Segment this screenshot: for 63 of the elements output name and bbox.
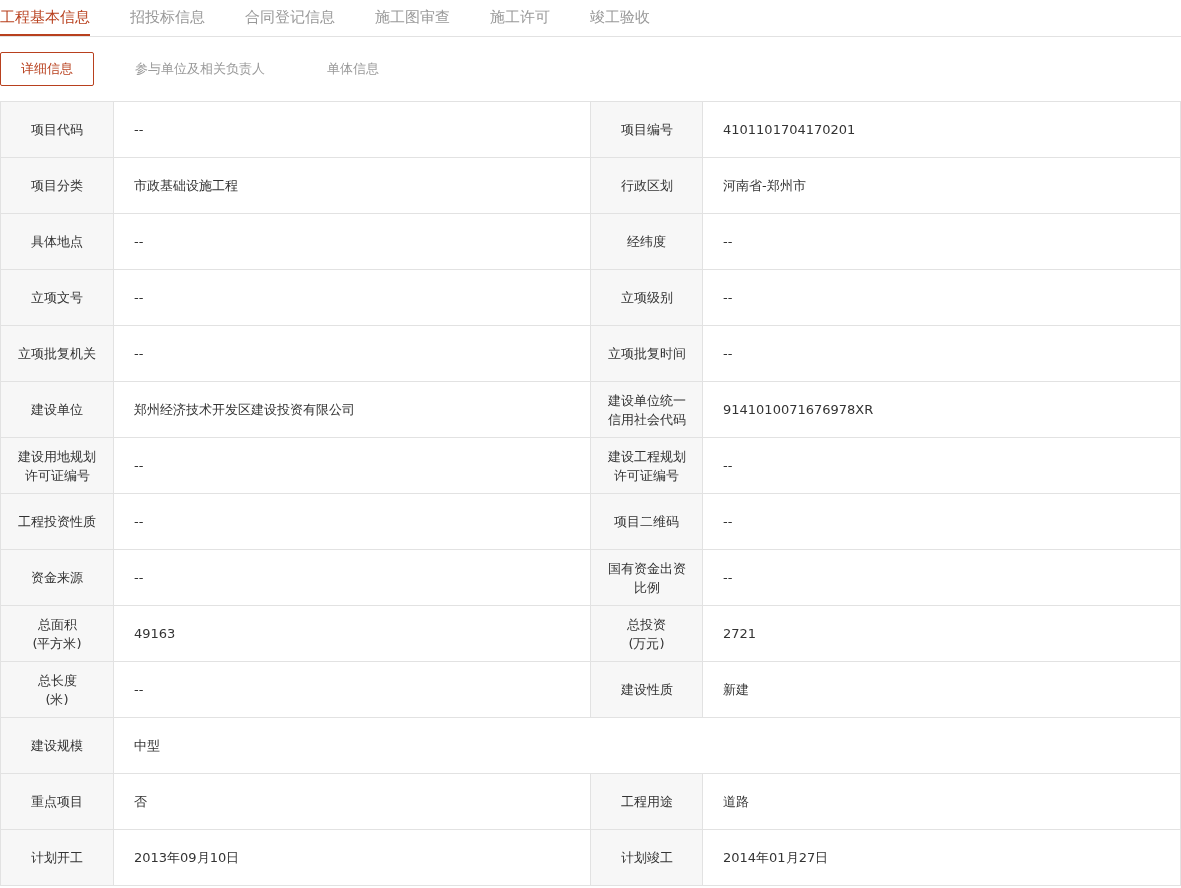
field-label: 计划竣工 — [591, 830, 703, 886]
field-value: -- — [114, 214, 591, 270]
field-label: 立项级别 — [591, 270, 703, 326]
field-value: -- — [114, 550, 591, 606]
field-value: -- — [703, 326, 1181, 382]
field-label: 总面积 (平方米) — [1, 606, 114, 662]
tab[interactable]: 工程基本信息 — [0, 0, 90, 36]
field-value: 2721 — [703, 606, 1181, 662]
field-value: 市政基础设施工程 — [114, 158, 591, 214]
field-label: 经纬度 — [591, 214, 703, 270]
field-value: 河南省-郑州市 — [703, 158, 1181, 214]
field-label: 建设规模 — [1, 718, 114, 774]
field-label: 总长度 (米) — [1, 662, 114, 718]
field-label: 总投资 (万元) — [591, 606, 703, 662]
field-label: 建设单位 — [1, 382, 114, 438]
field-label: 建设用地规划许可证编号 — [1, 438, 114, 494]
field-label: 项目编号 — [591, 102, 703, 158]
field-label: 立项批复机关 — [1, 326, 114, 382]
field-label: 建设工程规划许可证编号 — [591, 438, 703, 494]
field-value: 郑州经济技术开发区建设投资有限公司 — [114, 382, 591, 438]
field-value: -- — [114, 326, 591, 382]
field-value: -- — [114, 662, 591, 718]
field-label: 立项批复时间 — [591, 326, 703, 382]
field-label: 项目二维码 — [591, 494, 703, 550]
field-label: 行政区划 — [591, 158, 703, 214]
field-value: -- — [703, 494, 1181, 550]
field-label: 工程投资性质 — [1, 494, 114, 550]
field-label: 建设性质 — [591, 662, 703, 718]
field-label: 项目分类 — [1, 158, 114, 214]
field-value: -- — [114, 438, 591, 494]
field-label: 国有资金出资比例 — [591, 550, 703, 606]
field-value: 2014年01月27日 — [703, 830, 1181, 886]
field-label: 立项文号 — [1, 270, 114, 326]
field-value: -- — [703, 550, 1181, 606]
field-value: 2013年09月10日 — [114, 830, 591, 886]
field-value: 道路 — [703, 774, 1181, 830]
field-value: -- — [114, 102, 591, 158]
field-value: 4101101704170201 — [703, 102, 1181, 158]
field-value: -- — [703, 214, 1181, 270]
field-value: 否 — [114, 774, 591, 830]
tab[interactable]: 施工许可 — [490, 0, 550, 36]
tab[interactable]: 竣工验收 — [590, 0, 650, 36]
field-label: 项目代码 — [1, 102, 114, 158]
field-label: 工程用途 — [591, 774, 703, 830]
field-label: 重点项目 — [1, 774, 114, 830]
sub-tab[interactable]: 参与单位及相关负责人 — [114, 52, 286, 86]
field-value: -- — [703, 438, 1181, 494]
field-label: 计划开工 — [1, 830, 114, 886]
field-value: -- — [114, 494, 591, 550]
field-value: 9141010071676978XR — [703, 382, 1181, 438]
tab[interactable]: 招投标信息 — [130, 0, 205, 36]
field-value: 中型 — [114, 718, 1181, 774]
field-label: 建设单位统一信用社会代码 — [591, 382, 703, 438]
field-label: 资金来源 — [1, 550, 114, 606]
sub-tab[interactable]: 单体信息 — [306, 52, 400, 86]
field-value: -- — [703, 270, 1181, 326]
field-value: 新建 — [703, 662, 1181, 718]
tab[interactable]: 合同登记信息 — [245, 0, 335, 36]
tab[interactable]: 施工图审查 — [375, 0, 450, 36]
field-label: 具体地点 — [1, 214, 114, 270]
field-value: 49163 — [114, 606, 591, 662]
sub-tab[interactable]: 详细信息 — [0, 52, 94, 86]
field-value: -- — [114, 270, 591, 326]
